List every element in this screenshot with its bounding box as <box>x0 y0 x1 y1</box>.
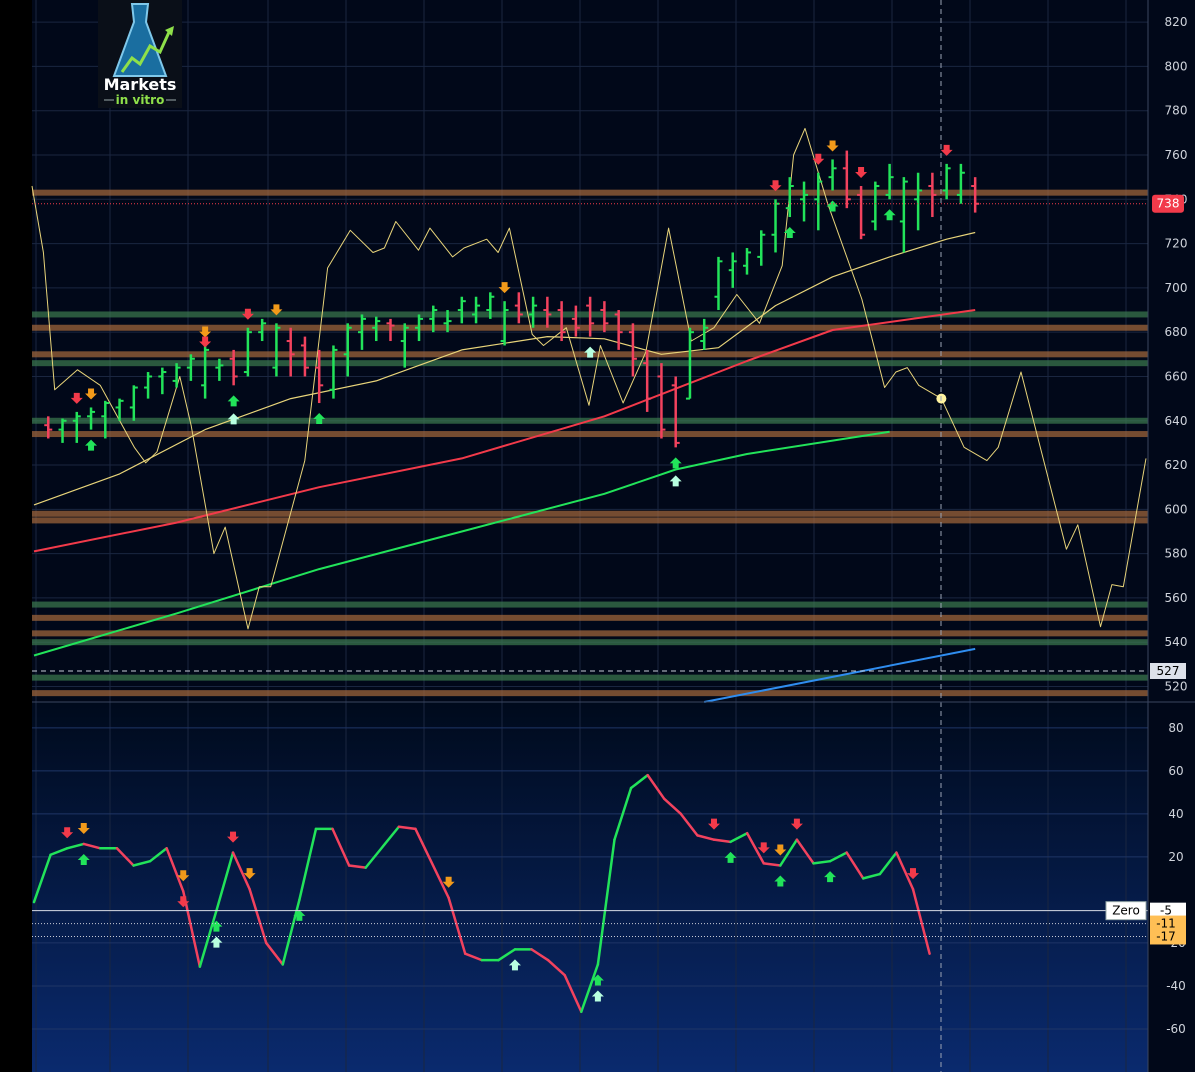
sr-zone <box>32 630 1148 637</box>
price-tick: 800 <box>1165 59 1188 73</box>
osc-marker-label: -17 <box>1156 929 1176 943</box>
logo-subtitle: in vitro <box>116 93 165 107</box>
price-tick: 780 <box>1165 104 1188 118</box>
chart-canvas[interactable]: 5205405605806006206406606807007207407607… <box>0 0 1195 1072</box>
sr-zone <box>32 674 1148 681</box>
sr-zone <box>32 517 1148 524</box>
price-tick: 680 <box>1165 325 1188 339</box>
price-tick: 520 <box>1165 679 1188 693</box>
price-tick: 620 <box>1165 458 1188 472</box>
osc-tick: 20 <box>1168 850 1183 864</box>
sr-zone <box>32 510 1148 517</box>
price-tick: 700 <box>1165 281 1188 295</box>
sr-zone <box>32 614 1148 621</box>
sr-zone <box>32 639 1148 646</box>
osc-tick: 80 <box>1168 721 1183 735</box>
price-tick: 560 <box>1165 591 1188 605</box>
sr-zone <box>32 189 1148 196</box>
price-tick: 600 <box>1165 502 1188 516</box>
price-tick: 760 <box>1165 148 1188 162</box>
osc-tick: -60 <box>1166 1022 1186 1036</box>
oscillator-pane[interactable] <box>32 702 1148 1072</box>
osc-tick: 60 <box>1168 764 1183 778</box>
logo: Markets in vitro <box>98 0 182 108</box>
sr-zone <box>32 690 1148 697</box>
osc-marker-label: -11 <box>1156 917 1176 931</box>
price-tick: 820 <box>1165 15 1188 29</box>
price-tick: 720 <box>1165 237 1188 251</box>
price-tick: 580 <box>1165 547 1188 561</box>
sr-zone <box>32 360 1148 367</box>
logo-title: Markets <box>104 75 177 94</box>
price-tick: 640 <box>1165 414 1188 428</box>
left-margin <box>0 0 32 1072</box>
zero-value-label: -5 <box>1160 904 1172 918</box>
reference-price-label: 527 <box>1157 664 1180 678</box>
price-tick: 660 <box>1165 369 1188 383</box>
osc-tick: 40 <box>1168 807 1183 821</box>
osc-tick: -40 <box>1166 979 1186 993</box>
price-tick: 540 <box>1165 635 1188 649</box>
last-price-label: 738 <box>1157 197 1180 211</box>
zero-label: Zero <box>1112 904 1140 918</box>
